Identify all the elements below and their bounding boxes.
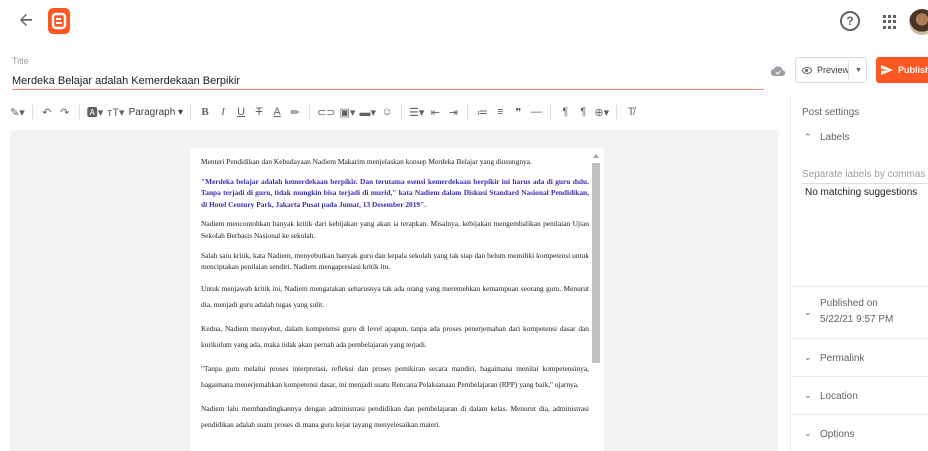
permalink-section-toggle[interactable]: Permalink bbox=[820, 353, 864, 364]
scroll-up-icon[interactable] bbox=[593, 154, 599, 158]
send-icon bbox=[881, 65, 893, 75]
chevron-down-icon[interactable]: ⌄ bbox=[804, 428, 812, 439]
bullet-list-icon[interactable]: ≡ bbox=[493, 103, 507, 121]
labels-section-toggle[interactable]: Labels bbox=[820, 132, 849, 143]
paragraph-label: Paragraph bbox=[128, 106, 176, 118]
body-paragraph[interactable]: Nadiem lalu membandingkannya dengan admi… bbox=[201, 401, 589, 433]
body-paragraph[interactable]: Kedua, Nadiem menyebut, dalam kompetensi… bbox=[201, 321, 589, 353]
indent-increase-icon[interactable]: ⇥ bbox=[446, 103, 460, 121]
link-icon[interactable]: ⊂⊃ bbox=[317, 103, 335, 121]
body-paragraph[interactable]: Menteri Pendidikan dan Kebudayaan Nadiem… bbox=[201, 156, 589, 168]
body-paragraph[interactable]: Untuk menjawab kritik ini, Nadiem mengat… bbox=[201, 281, 589, 313]
publish-label: Publish bbox=[898, 65, 928, 75]
cloud-saved-icon bbox=[770, 63, 786, 77]
options-section-toggle[interactable]: Options bbox=[820, 429, 854, 440]
numbered-list-icon[interactable]: ≔ bbox=[475, 103, 489, 121]
help-circle-icon[interactable]: ? bbox=[840, 11, 860, 31]
title-input[interactable] bbox=[12, 72, 764, 90]
font-size-icon[interactable]: ᴛT▾ bbox=[107, 103, 124, 121]
emoji-icon[interactable]: ☺ bbox=[380, 103, 394, 121]
no-matching-suggestions: No matching suggestions bbox=[805, 187, 918, 198]
body-paragraph[interactable]: Salah satu kritik, kata Nadiem, menyebut… bbox=[201, 250, 589, 273]
published-section-toggle[interactable]: Published on bbox=[820, 298, 878, 309]
arrow-left-icon[interactable] bbox=[18, 12, 38, 32]
body-paragraph[interactable]: "Merdeka belajar adalah kemerdekaan berp… bbox=[201, 176, 589, 211]
post-settings-heading: Post settings bbox=[802, 107, 860, 118]
pencil-mode-icon[interactable]: ✎▾ bbox=[10, 103, 25, 121]
body-paragraph[interactable]: "Tanpa guru melalui proses interpretasi,… bbox=[201, 361, 589, 393]
strikethrough-icon[interactable]: T bbox=[252, 103, 266, 121]
text-color-icon[interactable]: A bbox=[270, 103, 284, 121]
preview-button[interactable]: Preview ▼ bbox=[795, 57, 867, 83]
title-label: Title bbox=[12, 56, 29, 66]
undo-icon[interactable]: ↶ bbox=[40, 103, 54, 121]
chevron-down-icon[interactable]: ⌄ bbox=[804, 307, 812, 318]
paragraph-select[interactable]: Paragraph ▾ bbox=[129, 103, 184, 121]
body-paragraph[interactable]: Nadiem mencontohkan banyak kritik dari k… bbox=[201, 218, 589, 241]
clear-formatting-icon[interactable]: T̸ bbox=[624, 103, 638, 121]
quote-icon[interactable]: ❞ bbox=[511, 103, 525, 121]
apps-grid-icon[interactable] bbox=[883, 15, 897, 29]
scrollbar-thumb[interactable] bbox=[592, 163, 600, 363]
post-body-editor[interactable]: Menteri Pendidikan dan Kebudayaan Nadiem… bbox=[190, 148, 604, 451]
italic-icon[interactable]: I bbox=[216, 103, 230, 121]
formatting-toolbar: ✎▾ ↶ ↷ 🅰▾ ᴛT▾ Paragraph ▾ B I U T A ✏ ⊂⊃… bbox=[10, 102, 780, 122]
image-icon[interactable]: ▣▾ bbox=[340, 103, 356, 121]
published-date: 5/22/21 9:57 PM bbox=[820, 314, 894, 325]
location-section-toggle[interactable]: Location bbox=[820, 391, 858, 402]
underline-icon[interactable]: U bbox=[234, 103, 248, 121]
redo-icon[interactable]: ↷ bbox=[58, 103, 72, 121]
top-bar: ? bbox=[0, 0, 928, 44]
rtl-icon[interactable]: ¶ bbox=[576, 103, 590, 121]
labels-input[interactable]: Separate labels by commas bbox=[802, 169, 928, 180]
chevron-up-icon[interactable]: ⌃ bbox=[804, 132, 812, 143]
language-icon[interactable]: ⊕▾ bbox=[594, 103, 609, 121]
chevron-down-icon[interactable]: ⌄ bbox=[804, 352, 812, 363]
video-icon[interactable]: ▬▾ bbox=[359, 103, 376, 121]
indent-decrease-icon[interactable]: ⇤ bbox=[428, 103, 442, 121]
eye-icon bbox=[802, 66, 812, 74]
blogger-logo-icon[interactable] bbox=[48, 8, 70, 34]
highlight-icon[interactable]: ✏ bbox=[288, 103, 302, 121]
font-icon[interactable]: 🅰▾ bbox=[87, 103, 104, 121]
chevron-down-icon[interactable]: ⌄ bbox=[804, 390, 812, 401]
ltr-icon[interactable]: ¶ bbox=[558, 103, 572, 121]
avatar[interactable] bbox=[909, 9, 928, 35]
preview-label: Preview bbox=[817, 65, 850, 75]
horizontal-rule-icon[interactable]: — bbox=[529, 103, 543, 121]
bold-icon[interactable]: B bbox=[198, 103, 212, 121]
publish-button[interactable]: Publish bbox=[876, 57, 928, 83]
chevron-down-icon[interactable]: ▼ bbox=[855, 67, 862, 74]
align-icon[interactable]: ☰▾ bbox=[409, 103, 424, 121]
